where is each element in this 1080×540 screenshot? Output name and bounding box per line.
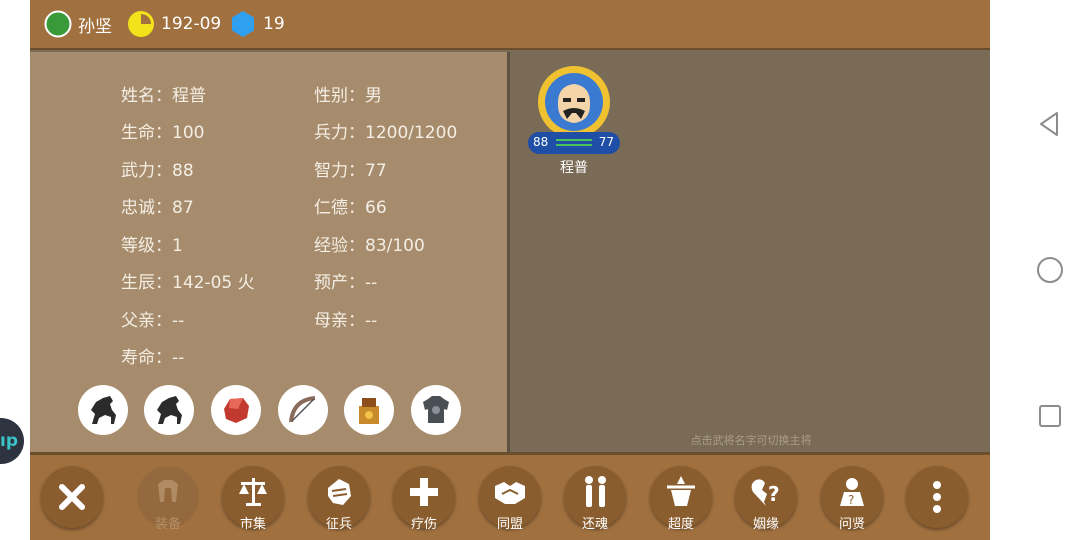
recruit-button[interactable]: 征兵 xyxy=(308,466,370,532)
sage-icon: ? xyxy=(840,478,864,507)
field-level: 等级：1 xyxy=(121,236,183,256)
resource-info: 19 xyxy=(229,9,285,39)
resource-count: 19 xyxy=(263,14,285,34)
field-due-date: 预产：-- xyxy=(314,273,378,293)
floating-app-badge[interactable]: ıp xyxy=(0,418,24,464)
more-icon xyxy=(933,481,941,513)
field-loyalty: 忠诚：87 xyxy=(121,198,194,218)
gem-icon xyxy=(224,398,249,423)
broken-heart-icon: ? xyxy=(751,479,780,506)
more-button[interactable] xyxy=(906,466,968,528)
close-button[interactable] xyxy=(41,466,103,528)
generals-roster-panel: 88 77 程普 点击武将名字可切换主将 xyxy=(512,52,990,452)
equipment-button[interactable]: 装备 xyxy=(137,466,199,532)
horse-icon xyxy=(157,396,182,424)
svg-text:?: ? xyxy=(848,493,854,507)
field-mother: 母亲：-- xyxy=(314,311,378,331)
date-info: 192-09 xyxy=(127,9,221,39)
scale-icon xyxy=(239,478,267,506)
current-date: 192-09 xyxy=(161,14,222,34)
field-name: 姓名：程普 xyxy=(121,86,206,106)
marriage-button[interactable]: ? 姻缘 xyxy=(735,466,797,532)
hexagon-gem-icon xyxy=(232,11,254,37)
treasure-icon xyxy=(359,398,379,424)
fist-icon xyxy=(328,479,351,505)
action-bar: 装备 市集 征兵 疗伤 同盟 还魂 超度 ? 姻缘 ? 问贤 xyxy=(30,452,990,540)
horse-icon xyxy=(91,396,116,424)
salvation-button[interactable]: 超度 xyxy=(650,466,712,532)
top-status-bar: 孙坚 192-09 19 xyxy=(30,0,990,50)
close-icon xyxy=(59,484,85,510)
heal-button[interactable]: 疗伤 xyxy=(393,466,455,532)
equip-slot-gem[interactable] xyxy=(211,385,261,435)
home-nav-icon[interactable] xyxy=(1035,255,1065,285)
ruler-name: 孙坚 xyxy=(78,16,112,37)
system-nav-bar xyxy=(1020,0,1080,540)
field-force: 武力：88 xyxy=(121,161,194,181)
equip-slot-treasure[interactable] xyxy=(344,385,394,435)
field-intellect: 智力：77 xyxy=(314,161,387,181)
revive-icon xyxy=(585,476,606,507)
recents-nav-icon[interactable] xyxy=(1035,401,1065,431)
plus-icon xyxy=(410,478,438,506)
svg-text:?: ? xyxy=(768,482,780,506)
bow-icon xyxy=(289,396,316,423)
general-info-panel: 姓名：程普 性别：男 生命：100 兵力：1200/1200 武力：88 智力：… xyxy=(30,52,510,452)
equip-slot-armor[interactable] xyxy=(411,385,461,435)
stat-force: 88 xyxy=(533,135,549,149)
field-experience: 经验：83/100 xyxy=(314,236,425,256)
stat-bars-icon xyxy=(556,139,592,146)
armor-icon xyxy=(423,396,449,423)
seek-sage-button[interactable]: ? 问贤 xyxy=(821,466,883,532)
alliance-button[interactable]: 同盟 xyxy=(479,466,541,532)
stat-intellect: 77 xyxy=(598,135,614,149)
equip-slot-horse-1[interactable] xyxy=(78,385,128,435)
field-troops: 兵力：1200/1200 xyxy=(314,123,458,143)
switch-hint: 点击武将名字可切换主将 xyxy=(690,434,812,447)
field-life: 生命：100 xyxy=(121,123,205,143)
portrait-icon xyxy=(545,73,603,131)
market-button[interactable]: 市集 xyxy=(222,466,284,532)
handshake-icon xyxy=(495,482,525,504)
ruler-info: 孙坚 xyxy=(44,9,112,39)
field-virtue: 仁德：66 xyxy=(314,198,387,218)
clock-pie-icon xyxy=(128,11,154,37)
field-father: 父亲：-- xyxy=(121,311,185,331)
faction-circle-icon xyxy=(44,10,72,38)
game-screen: 孙坚 192-09 19 姓名：程普 性别：男 生命：100 兵力：1200/1… xyxy=(30,0,990,540)
incense-icon xyxy=(667,476,695,506)
field-birth: 生辰：142-05 火 xyxy=(121,273,255,293)
general-stat-pill: 88 77 xyxy=(528,132,620,154)
left-margin: ıp xyxy=(0,0,30,540)
general-avatar[interactable] xyxy=(538,66,610,138)
general-name-label[interactable]: 程普 xyxy=(538,157,610,177)
field-lifespan: 寿命：-- xyxy=(121,348,185,368)
equip-slot-horse-2[interactable] xyxy=(144,385,194,435)
equip-slot-bow[interactable] xyxy=(278,385,328,435)
equipment-icon xyxy=(158,480,178,502)
field-gender: 性别：男 xyxy=(314,86,382,106)
revive-button[interactable]: 还魂 xyxy=(564,466,626,532)
back-nav-icon[interactable] xyxy=(1035,109,1065,139)
